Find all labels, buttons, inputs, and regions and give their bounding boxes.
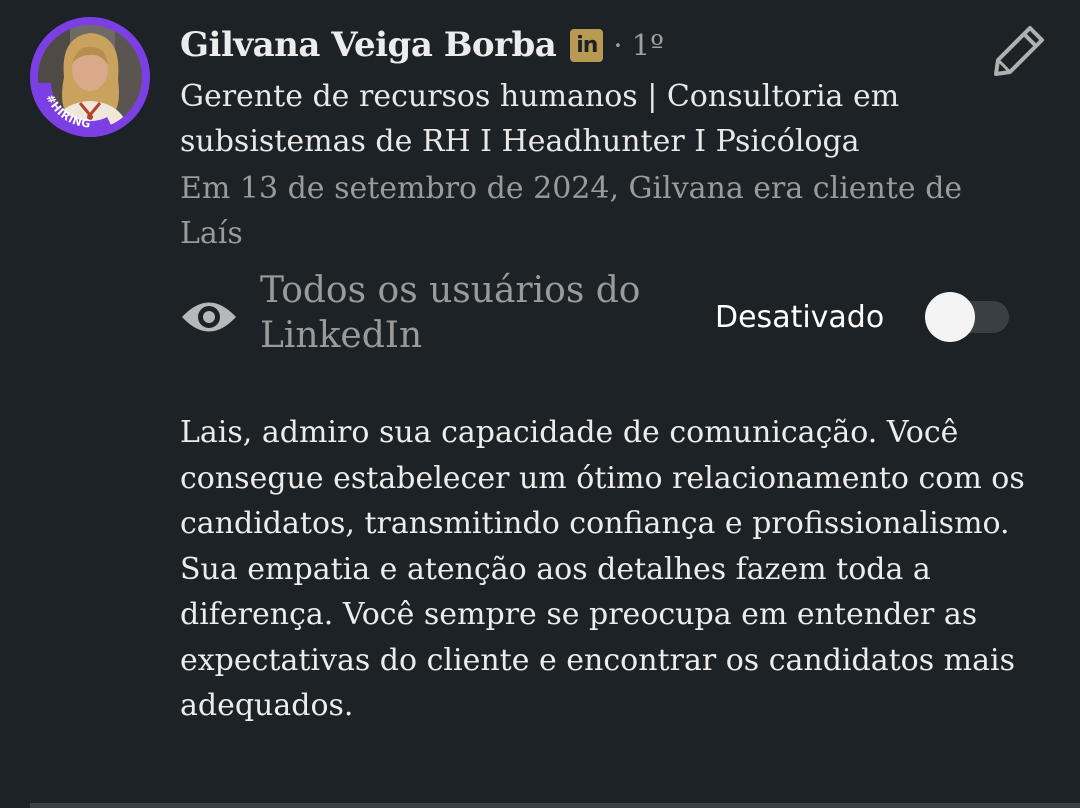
pencil-icon[interactable] <box>992 22 1048 78</box>
recommendation-paragraph-1: Lais, admiro sua capacidade de comunicaç… <box>180 415 1025 541</box>
connection-degree: · 1º <box>613 28 664 62</box>
visibility-toggle[interactable] <box>925 292 1009 342</box>
avatar[interactable]: #HIRING <box>30 17 150 137</box>
divider <box>30 803 1080 808</box>
visibility-status: Desativado <box>715 300 885 335</box>
visibility-label: Todos os usuários do LinkedIn <box>260 270 641 356</box>
eye-icon <box>182 302 236 332</box>
name-row: Gilvana Veiga Borba in · 1º <box>180 22 664 68</box>
toggle-knob <box>925 292 975 342</box>
recommender-headline: Gerente de recursos humanos | Consultori… <box>180 79 900 159</box>
avatar-photo: #HIRING <box>30 17 150 137</box>
recommendation-paragraph-2: Sua empatia e atenção aos detalhes fazem… <box>180 551 1015 724</box>
recommender-name[interactable]: Gilvana Veiga Borba <box>180 25 557 65</box>
recommendation-text: Lais, admiro sua capacidade de comunicaç… <box>180 410 1050 729</box>
relationship-info: Em 13 de setembro de 2024, Gilvana era c… <box>180 171 963 251</box>
linkedin-premium-icon: in <box>570 28 604 62</box>
